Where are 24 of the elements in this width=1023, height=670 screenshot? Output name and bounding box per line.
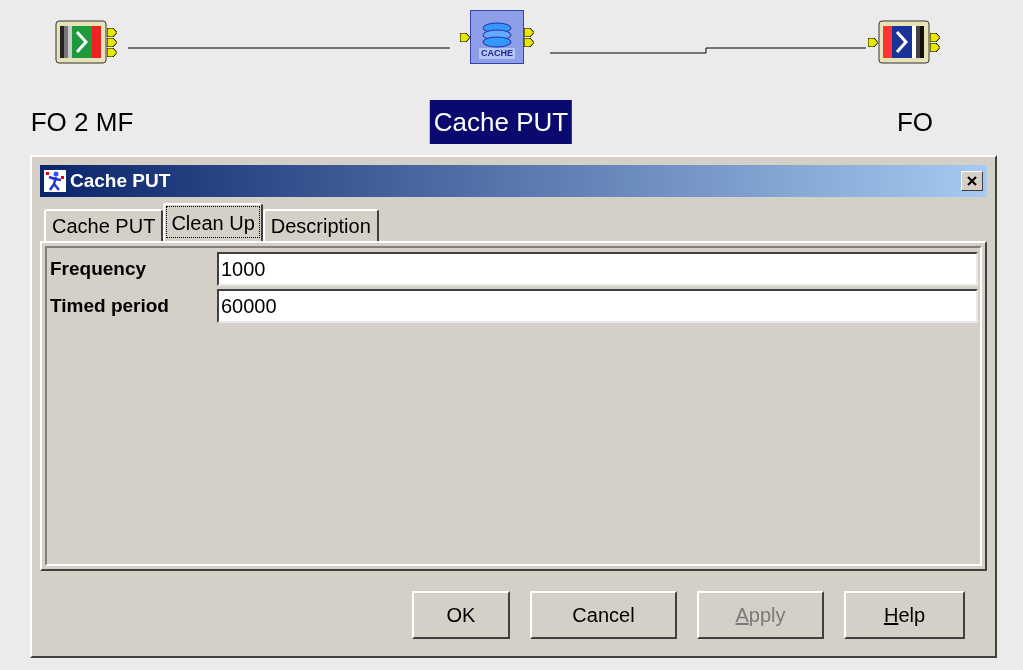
dialog-button[interactable]: Cancel (530, 591, 677, 639)
node-label[interactable]: FO 2 MF (26, 100, 138, 144)
source-node-icon[interactable] (55, 20, 107, 64)
tab[interactable]: Description (262, 209, 379, 241)
text-field[interactable]: 60000 (217, 289, 978, 323)
target-node-icon[interactable] (878, 20, 930, 64)
close-icon (967, 176, 977, 186)
running-figure-icon (44, 170, 66, 192)
close-button[interactable] (961, 171, 983, 191)
dialog-button[interactable]: Help (844, 591, 965, 639)
tab[interactable]: Clean Up (163, 203, 263, 241)
dialog-button[interactable]: OK (412, 591, 510, 639)
cache-node-icon[interactable]: CACHE (470, 10, 524, 64)
field-label: Timed period (49, 293, 170, 318)
port-icon (868, 37, 878, 47)
window-title: Cache PUT (70, 168, 172, 193)
text-field[interactable]: 1000 (217, 252, 978, 286)
node-label[interactable]: FO (892, 100, 938, 144)
tab[interactable]: Cache PUT (44, 209, 164, 241)
cache-label: CACHE (479, 48, 515, 59)
field-label: Frequency (49, 256, 148, 281)
node-label[interactable]: Cache PUT (429, 100, 573, 144)
port-icon (460, 32, 470, 42)
disks-icon (479, 22, 515, 48)
